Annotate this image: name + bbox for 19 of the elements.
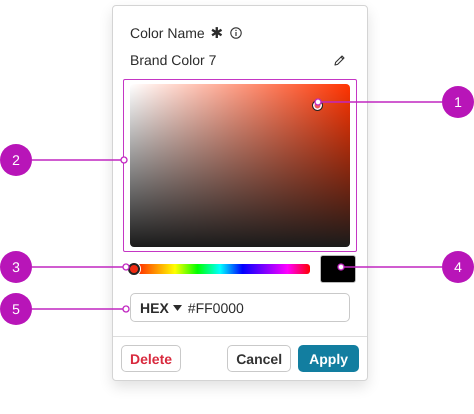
hue-slider[interactable]	[130, 262, 310, 276]
callout-number: 1	[442, 86, 474, 118]
apply-button[interactable]: Apply	[298, 345, 359, 372]
caret-icon	[172, 304, 182, 310]
field-label: Color Name	[130, 25, 205, 41]
callout-number: 3	[0, 251, 32, 283]
delete-button[interactable]: Delete	[121, 345, 182, 372]
format-dropdown[interactable]: HEX	[140, 300, 182, 316]
callout-number: 2	[0, 144, 32, 176]
callout-number: 5	[0, 293, 32, 325]
slider-thumb[interactable]	[128, 262, 140, 274]
color-swatch	[320, 254, 356, 282]
color-input-field[interactable]: HEX #FF0000	[130, 293, 350, 322]
pencil-icon[interactable]	[333, 54, 346, 66]
color-name-value: Brand Color 7	[130, 52, 216, 68]
callout-number: 4	[442, 251, 474, 283]
required-mark: ✱	[210, 24, 224, 42]
info-icon[interactable]	[230, 27, 242, 39]
cancel-button[interactable]: Cancel	[227, 345, 292, 372]
